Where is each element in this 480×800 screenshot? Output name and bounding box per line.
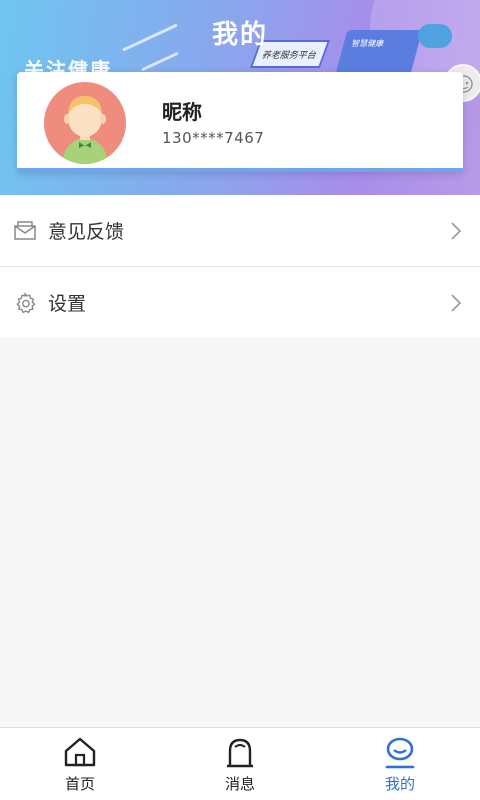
menu-item-label: 意见反馈 <box>48 221 125 243</box>
profile-card[interactable]: 昵称 130****7467 <box>17 72 463 172</box>
gear-icon <box>16 292 36 314</box>
menu-list: 意见反馈 设置 <box>0 195 480 337</box>
tab-messages[interactable]: 消息 <box>160 728 320 800</box>
chevron-right-icon <box>451 222 462 240</box>
tab-label: 首页 <box>64 775 95 793</box>
bottom-tab-bar: 首页 消息 我的 <box>0 727 480 800</box>
avatar-illustration <box>62 96 108 164</box>
nickname: 昵称 <box>162 100 202 124</box>
user-icon <box>385 737 415 769</box>
home-icon <box>64 737 96 767</box>
tab-mine[interactable]: 我的 <box>320 728 480 800</box>
tab-label: 消息 <box>224 775 255 793</box>
mail-icon <box>14 221 36 240</box>
menu-item-settings[interactable]: 设置 <box>0 266 480 337</box>
tab-label: 我的 <box>384 775 415 793</box>
menu-item-feedback[interactable]: 意见反馈 <box>0 195 480 266</box>
decor-streak <box>141 51 179 72</box>
phone-number: 130****7467 <box>162 129 265 147</box>
chevron-right-icon <box>451 294 462 312</box>
avatar[interactable] <box>44 82 126 164</box>
tab-home[interactable]: 首页 <box>0 728 160 800</box>
bell-icon <box>227 738 253 768</box>
page-title: 我的 <box>211 20 268 50</box>
menu-item-label: 设置 <box>48 292 87 315</box>
